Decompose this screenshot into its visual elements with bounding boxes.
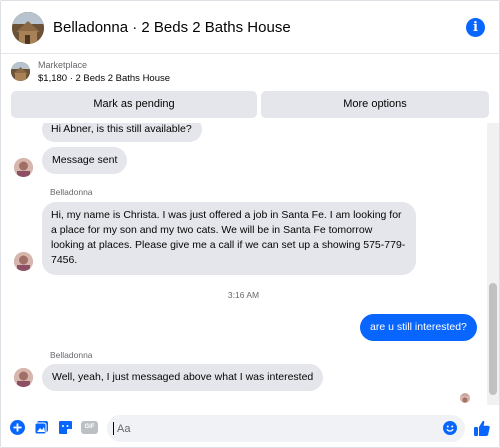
marketplace-label: Marketplace — [38, 60, 88, 70]
message-bubble[interactable]: Hi Abner, is this still available? — [42, 123, 202, 142]
chat-header: Belladonna · 2 Beds 2 Baths House i — [1, 1, 499, 53]
message-composer: GIF — [1, 405, 499, 447]
message-timestamp: 3:16 AM — [227, 290, 260, 300]
mark-as-pending-button[interactable]: Mark as pending — [11, 91, 257, 118]
message-bubble[interactable]: Message sent — [42, 147, 128, 174]
scrollbar-thumb[interactable] — [489, 283, 497, 395]
emoji-icon[interactable] — [443, 421, 457, 435]
listing-thumbnail[interactable] — [11, 62, 30, 81]
chat-title: Belladonna · 2 Beds 2 Baths House — [53, 19, 291, 36]
sender-name: Belladonna — [50, 187, 93, 197]
message-list[interactable]: Hi Abner, is this still available? Messa… — [1, 123, 486, 405]
plus-icon[interactable] — [10, 420, 25, 435]
listing-avatar[interactable] — [12, 12, 44, 44]
listing-summary[interactable]: $1,180 · 2 Beds 2 Baths House — [38, 73, 170, 84]
message-bubble[interactable]: Hi, my name is Christa. I was just offer… — [42, 202, 416, 275]
photo-icon[interactable] — [34, 420, 49, 435]
text-caret — [113, 422, 114, 435]
message-scrollbar[interactable] — [487, 123, 499, 405]
contact-avatar[interactable] — [14, 158, 33, 177]
sender-name: Belladonna — [50, 350, 93, 360]
gif-icon[interactable]: GIF — [81, 420, 98, 435]
sticker-icon[interactable] — [58, 420, 73, 435]
seen-receipt-avatar — [460, 393, 470, 403]
more-options-button[interactable]: More options — [261, 91, 489, 118]
marketplace-panel: Marketplace $1,180 · 2 Beds 2 Baths Hous… — [1, 53, 499, 123]
message-input[interactable] — [107, 415, 465, 442]
info-icon[interactable]: i — [466, 18, 485, 37]
chat-window: Belladonna · 2 Beds 2 Baths House i Mark… — [0, 0, 500, 448]
thumbs-up-icon[interactable] — [473, 419, 491, 437]
contact-avatar[interactable] — [14, 252, 33, 271]
contact-avatar[interactable] — [14, 368, 33, 387]
outgoing-message-bubble[interactable]: are u still interested? — [360, 314, 477, 341]
message-bubble[interactable]: Well, yeah, I just messaged above what I… — [42, 364, 324, 391]
